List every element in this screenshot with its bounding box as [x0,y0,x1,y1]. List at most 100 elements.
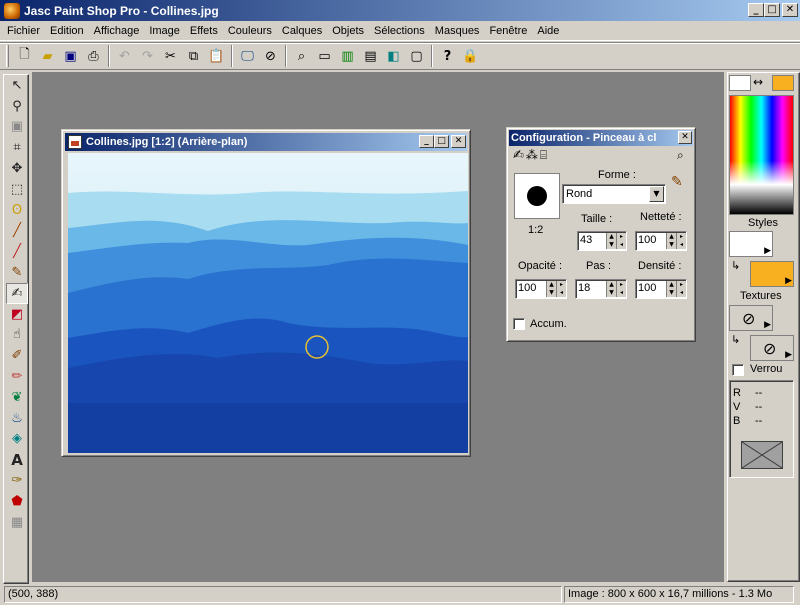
menu-effets[interactable]: Effets [185,22,223,40]
menu-objets[interactable]: Objets [327,22,369,40]
dropper-icon[interactable]: ╱ [6,221,28,242]
densite-input[interactable]: 100 ▲ ▼ ▸ ◂ [635,279,687,299]
image-maximize-button[interactable]: □ [434,135,449,148]
slider-popup-icon[interactable]: ▸ ◂ [556,281,566,297]
context-help-icon[interactable]: ? [436,45,459,67]
move-icon[interactable]: ✥ [6,158,28,179]
save-icon[interactable]: ▣ [59,45,82,67]
menu-aide[interactable]: Aide [532,22,564,40]
opacite-input[interactable]: 100 ▲ ▼ ▸ ◂ [515,279,567,299]
color-replace-icon[interactable]: ◩ [6,304,28,325]
scratch-remover-icon[interactable]: ✐ [6,345,28,366]
textures-foreground[interactable]: ⊘ ▶ [729,305,773,331]
styles-foreground-swatch[interactable]: ▶ [729,231,773,257]
open-folder-icon[interactable]: ▰ [36,45,59,67]
forme-select[interactable]: Rond ▼ [562,184,666,204]
spin-arrows-icon[interactable]: ▲ ▼ [546,281,556,297]
tool-options-title-bar[interactable]: Configuration - Pinceau à cl ✕ [509,130,693,146]
flood-fill-icon[interactable]: ◈ [6,429,28,450]
cut-icon[interactable]: ✂ [159,45,182,67]
menu-edition[interactable]: Edition [45,22,89,40]
taille-input[interactable]: 43 ▲ ▼ ▸ ◂ [577,231,627,251]
menu-couleurs[interactable]: Couleurs [223,22,277,40]
toolbar-toggle-icon[interactable]: ▭ [313,45,336,67]
textures-background[interactable]: ⊘ ▶ [750,335,794,361]
crop-icon[interactable]: ⌗ [6,137,28,158]
object-selector-icon[interactable]: ▦ [6,512,28,533]
color-histogram-icon[interactable]: ▥ [336,45,359,67]
retouch-icon[interactable]: ☝ [6,325,28,346]
image-window[interactable]: Collines.jpg [1:2] (Arrière-plan) _ □ ✕ [61,129,471,457]
tool-options-palette[interactable]: Configuration - Pinceau à cl ✕ ✍ ⁂ ⌸ ⌕ F… [506,127,696,342]
copy-icon[interactable]: ⧉ [182,45,205,67]
swap-textures-icon[interactable]: ↳ [731,333,740,346]
menu-image[interactable]: Image [144,22,185,40]
minimize-button[interactable]: _ [748,3,764,17]
slider-popup-icon[interactable]: ▸ ◂ [616,233,626,249]
toolbar-grip[interactable] [6,45,9,67]
redo-icon[interactable]: ↷ [136,45,159,67]
selection-icon[interactable]: ⬚ [6,179,28,200]
tab-texture-icon[interactable]: ⁂ [526,148,538,166]
chevron-right-icon[interactable]: ▶ [764,246,771,256]
menu-fichier[interactable]: Fichier [2,22,45,40]
lasso-icon[interactable]: ʘ [6,200,28,221]
spin-arrows-icon[interactable]: ▲ ▼ [606,233,616,249]
accum-checkbox[interactable] [513,318,525,330]
brush-preview[interactable] [514,173,560,219]
slider-popup-icon[interactable]: ▸ ◂ [676,233,686,249]
draw-icon[interactable]: ✑ [6,470,28,491]
window-icon[interactable]: ▢ [405,45,428,67]
spin-arrows-icon[interactable]: ▲ ▼ [606,281,616,297]
picture-tube-icon[interactable]: ❦ [6,387,28,408]
spin-arrows-icon[interactable]: ▲ ▼ [666,281,676,297]
verrou-checkbox[interactable] [732,364,744,376]
spin-arrows-icon[interactable]: ▲ ▼ [666,233,676,249]
paste-icon[interactable]: 📋 [205,45,228,67]
menu-selections[interactable]: Sélections [369,22,430,40]
brush-cursor-icon[interactable]: ⌕ [677,148,684,163]
new-file-icon[interactable]: 🗋 [13,45,36,67]
image-close-button[interactable]: ✕ [451,135,466,148]
clone-brush-icon[interactable]: ╱ [6,241,28,262]
tab-screen-icon[interactable]: ⌸ [540,148,547,166]
deform-icon[interactable]: ▣ [6,117,28,138]
chevron-right-icon[interactable]: ▶ [764,320,771,330]
swap-colors-icon[interactable]: ↔ [753,75,763,89]
chevron-right-icon[interactable]: ▶ [785,350,792,360]
overview-icon[interactable]: ⌕ [290,45,313,67]
menu-fenetre[interactable]: Fenêtre [484,22,532,40]
image-doc-icon[interactable] [68,135,82,149]
image-minimize-button[interactable]: _ [419,135,434,148]
styles-background-swatch[interactable]: ▶ [750,261,794,287]
undo-icon[interactable]: ↶ [113,45,136,67]
menu-masques[interactable]: Masques [430,22,485,40]
swap-styles-icon[interactable]: ↳ [731,259,740,272]
layers-icon[interactable]: ◧ [382,45,405,67]
eraser-icon[interactable]: ✏ [6,366,28,387]
app-icon[interactable] [4,2,20,19]
image-canvas[interactable] [68,153,468,453]
clone-icon[interactable]: ✍ [6,282,28,304]
airbrush-icon[interactable]: ♨ [6,408,28,429]
tool-options-close-button[interactable]: ✕ [678,131,692,144]
zoom-icon[interactable]: ⚲ [6,96,28,117]
slider-popup-icon[interactable]: ▸ ◂ [616,281,626,297]
chevron-down-icon[interactable]: ▼ [649,186,664,202]
nettete-input[interactable]: 100 ▲ ▼ ▸ ◂ [635,231,687,251]
slider-popup-icon[interactable]: ▸ ◂ [676,281,686,297]
menu-calques[interactable]: Calques [277,22,327,40]
preset-shapes-icon[interactable]: ⬟ [6,491,28,512]
menu-affichage[interactable]: Affichage [89,22,145,40]
pas-input[interactable]: 18 ▲ ▼ ▸ ◂ [575,279,627,299]
hills-photo[interactable] [68,153,468,453]
print-icon[interactable]: ⎙ [82,45,105,67]
brush-options-icon[interactable]: ✎ [671,174,683,190]
tab-brush-icon[interactable]: ✍ [513,148,524,166]
chevron-right-icon[interactable]: ▶ [785,276,792,286]
histogram-icon[interactable]: ▤ [359,45,382,67]
text-icon[interactable]: A [6,449,28,470]
close-button[interactable]: ✕ [782,3,798,17]
color-spectrum[interactable] [729,95,794,215]
foreground-swatch[interactable] [729,75,751,91]
